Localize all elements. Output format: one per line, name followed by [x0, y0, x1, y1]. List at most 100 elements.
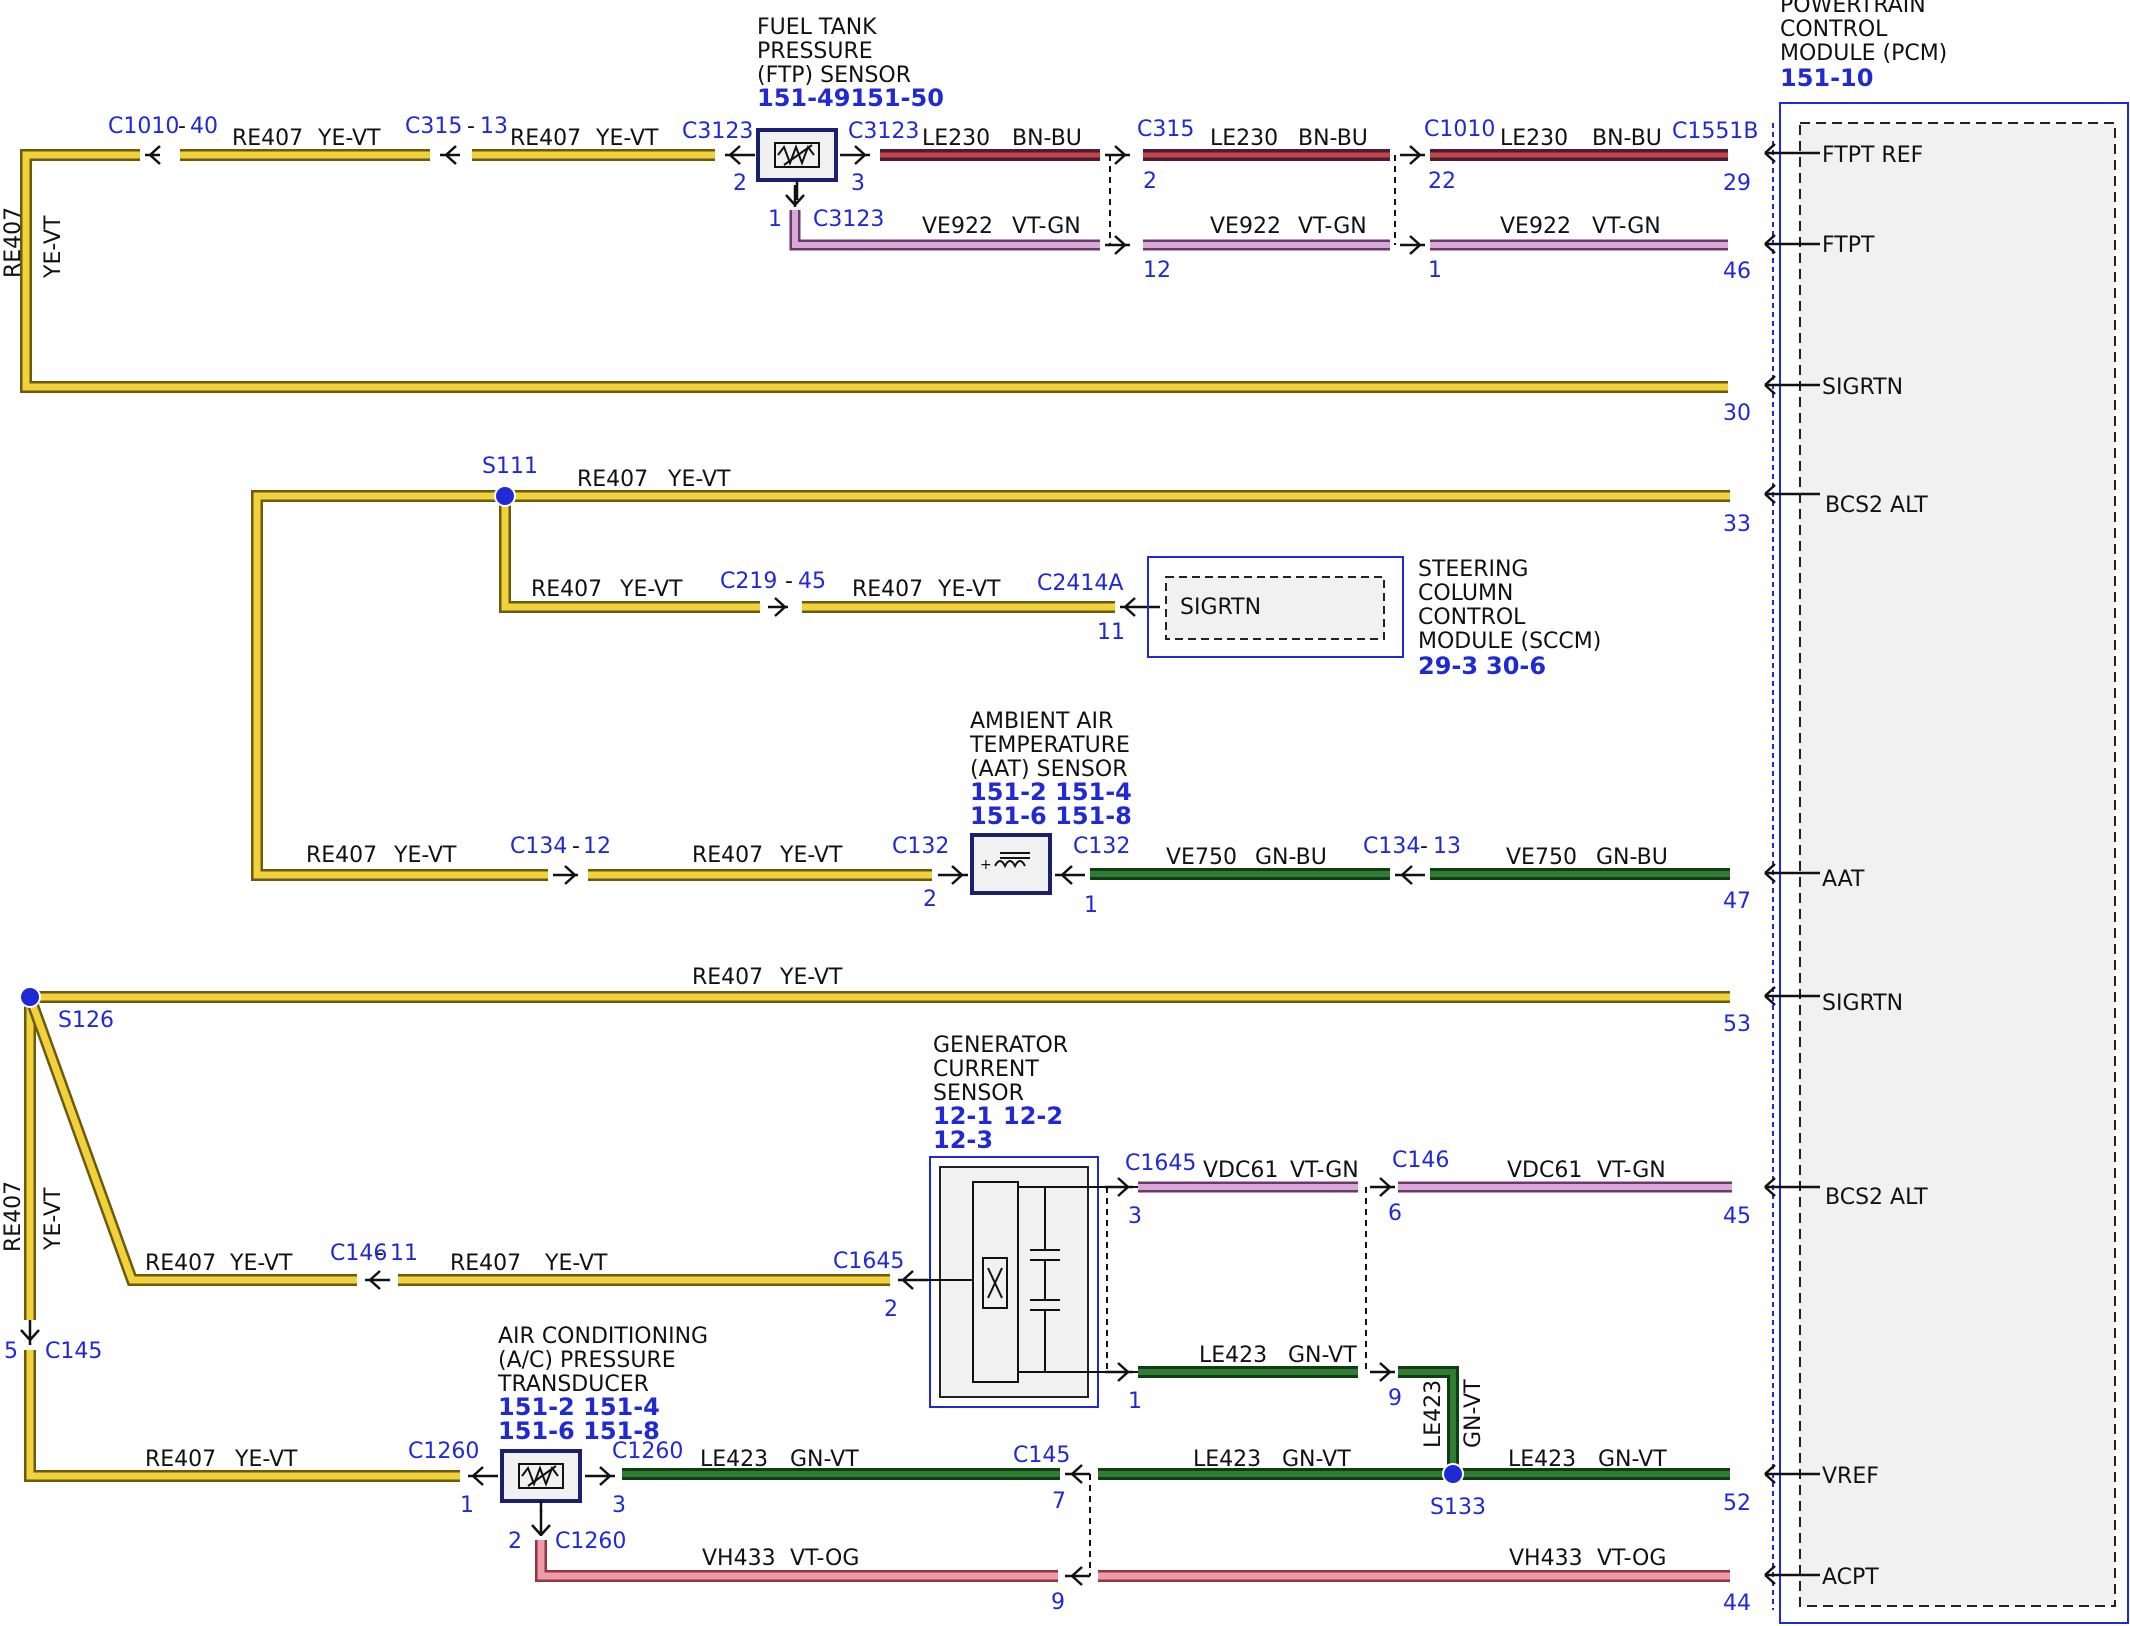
wire-label: VT-GN [1012, 214, 1081, 239]
connector-c145-mid[interactable]: C145 [1013, 1443, 1070, 1468]
wire-label-vertical: YE-VT [41, 215, 66, 279]
connector-c134-12-pin: 12 [583, 834, 611, 859]
svg-text:-: - [178, 114, 186, 139]
pin-number: 3 [1128, 1204, 1142, 1229]
splice-s133-label[interactable]: S133 [1430, 1495, 1486, 1520]
wire-label: VH433 [702, 1546, 776, 1571]
sccm-ref-2[interactable]: 30-6 [1486, 652, 1546, 680]
connector-c1645-top[interactable]: C1645 [1125, 1151, 1196, 1176]
connector-c219[interactable]: C219 [720, 569, 777, 594]
pcm-pin-46: 46 [1723, 259, 1751, 284]
ac-title-2: (A/C) PRESSURE [498, 1348, 676, 1373]
gen-ref-2[interactable]: 12-2 [1003, 1102, 1063, 1130]
sccm-title-2: COLUMN [1418, 581, 1513, 606]
connector-c146-11-pin: 11 [390, 1241, 418, 1266]
wire-label: VE750 [1506, 845, 1577, 870]
wires [20, 149, 1732, 1582]
wire-label: GN-VT [1598, 1447, 1667, 1472]
wire-label: GN-VT [1288, 1343, 1357, 1368]
pcm-title-2: CONTROL [1780, 17, 1888, 42]
ftp-title-1: FUEL TANK [757, 15, 877, 40]
connector-c132-right[interactable]: C132 [1073, 834, 1130, 859]
connector-c315-right[interactable]: C315 [1137, 117, 1194, 142]
sccm-title-4: MODULE (SCCM) [1418, 629, 1601, 654]
connector-c3123-left[interactable]: C3123 [682, 119, 753, 144]
connector-c134-13-pin: 13 [1433, 834, 1461, 859]
wire-label: RE407 [145, 1447, 216, 1472]
wire-label: VT-GN [1298, 214, 1367, 239]
pin-number: 12 [1143, 258, 1171, 283]
wire-label-vertical: LE423 [1421, 1380, 1446, 1448]
pcm-pin-53: 53 [1723, 1012, 1751, 1037]
aat-ref-2[interactable]: 151-6 151-8 [970, 802, 1132, 830]
wire-label: VT-OG [1597, 1546, 1666, 1571]
connector-c3123-bottom[interactable]: C3123 [813, 207, 884, 232]
splice-s111-dot [494, 485, 516, 507]
ftp-title-2: PRESSURE [757, 39, 873, 64]
wire-label: LE423 [1193, 1447, 1261, 1472]
connector-c2414a[interactable]: C2414A [1037, 571, 1123, 596]
sccm-ref-1[interactable]: 29-3 [1418, 652, 1478, 680]
pcm-title-1: POWERTRAIN [1780, 0, 1926, 18]
wire-re407-top-loop [20, 149, 1728, 393]
wire-re407-s111-loop [251, 490, 932, 881]
pin-number: 3 [612, 1493, 626, 1518]
wire-label: GN-BU [1255, 845, 1327, 870]
connector-c134-12[interactable]: C134 [510, 834, 567, 859]
pcm-pin-29: 29 [1723, 171, 1751, 196]
pcm-pin-44: 44 [1723, 1591, 1751, 1616]
wire-label: YE-VT [667, 467, 731, 492]
splice-s126-dot [19, 986, 41, 1008]
connector-c1645-left[interactable]: C1645 [833, 1249, 904, 1274]
wire-label: LE230 [1500, 126, 1568, 151]
sccm-module: SIGRTN STEERING COLUMN CONTROL MODULE (S… [1147, 556, 1601, 680]
wire-label: YE-VT [779, 843, 843, 868]
gen-ref-3[interactable]: 12-3 [933, 1126, 993, 1154]
ac-title-1: AIR CONDITIONING [498, 1324, 708, 1349]
pcm-ref[interactable]: 151-10 [1780, 64, 1873, 92]
connector-c1260-bottom[interactable]: C1260 [555, 1529, 626, 1554]
wire-label: LE230 [922, 126, 990, 151]
wire-label: GN-BU [1596, 845, 1668, 870]
wire-label: RE407 [450, 1251, 521, 1276]
wire-label: GN-VT [1282, 1447, 1351, 1472]
wire-label: BN-BU [1012, 126, 1082, 151]
connector-c134-13[interactable]: C134 [1363, 834, 1420, 859]
connector-c1010-40[interactable]: C1010 [108, 114, 179, 139]
connector-c1551b[interactable]: C1551B [1672, 119, 1758, 144]
connector-c315-13-pin: 13 [480, 114, 508, 139]
connector-c145-left[interactable]: C145 [45, 1339, 102, 1364]
connector-c132-left[interactable]: C132 [892, 834, 949, 859]
wire-label: BN-BU [1592, 126, 1662, 151]
splice-s126-label[interactable]: S126 [58, 1008, 114, 1033]
pcm-pin-label-aat: AAT [1822, 867, 1865, 892]
wire-label: VE922 [1500, 214, 1571, 239]
connector-c146-top[interactable]: C146 [1392, 1148, 1449, 1173]
pcm-pin-label-sigrtn-1: SIGRTN [1822, 375, 1903, 400]
ftp-refs[interactable]: 151-49151-50 [757, 84, 944, 112]
wiring-diagram: POWERTRAIN CONTROL MODULE (PCM) 151-10 F… [1, 0, 2129, 1624]
wire-label: YE-VT [393, 843, 457, 868]
connector-c1260-left[interactable]: C1260 [408, 1439, 479, 1464]
pcm-pin-label-acpt: ACPT [1822, 1565, 1879, 1590]
connector-c1260-right[interactable]: C1260 [612, 1439, 683, 1464]
wire-label: YE-VT [595, 126, 659, 151]
connector-c3123-right[interactable]: C3123 [848, 119, 919, 144]
wire-label: LE423 [1508, 1447, 1576, 1472]
wire-label: VE750 [1166, 845, 1237, 870]
wire-label-vertical: YE-VT [41, 1187, 66, 1251]
sccm-pin-label: SIGRTN [1180, 595, 1261, 620]
pcm-pin-label-sigrtn-2: SIGRTN [1822, 991, 1903, 1016]
pin-number: 1 [768, 207, 782, 232]
connector-c315-13[interactable]: C315 [405, 114, 462, 139]
wire-label: LE423 [700, 1447, 768, 1472]
splice-s111-label[interactable]: S111 [482, 454, 538, 479]
wire-label: VT-GN [1592, 214, 1661, 239]
pin-number: 1 [1128, 1389, 1142, 1414]
wire-label: LE230 [1210, 126, 1278, 151]
svg-text:-: - [467, 114, 475, 139]
wire-label: VH433 [1509, 1546, 1583, 1571]
wire-label: VT-OG [790, 1546, 859, 1571]
connector-c1010-right[interactable]: C1010 [1424, 117, 1495, 142]
pcm-pin-33: 33 [1723, 512, 1751, 537]
